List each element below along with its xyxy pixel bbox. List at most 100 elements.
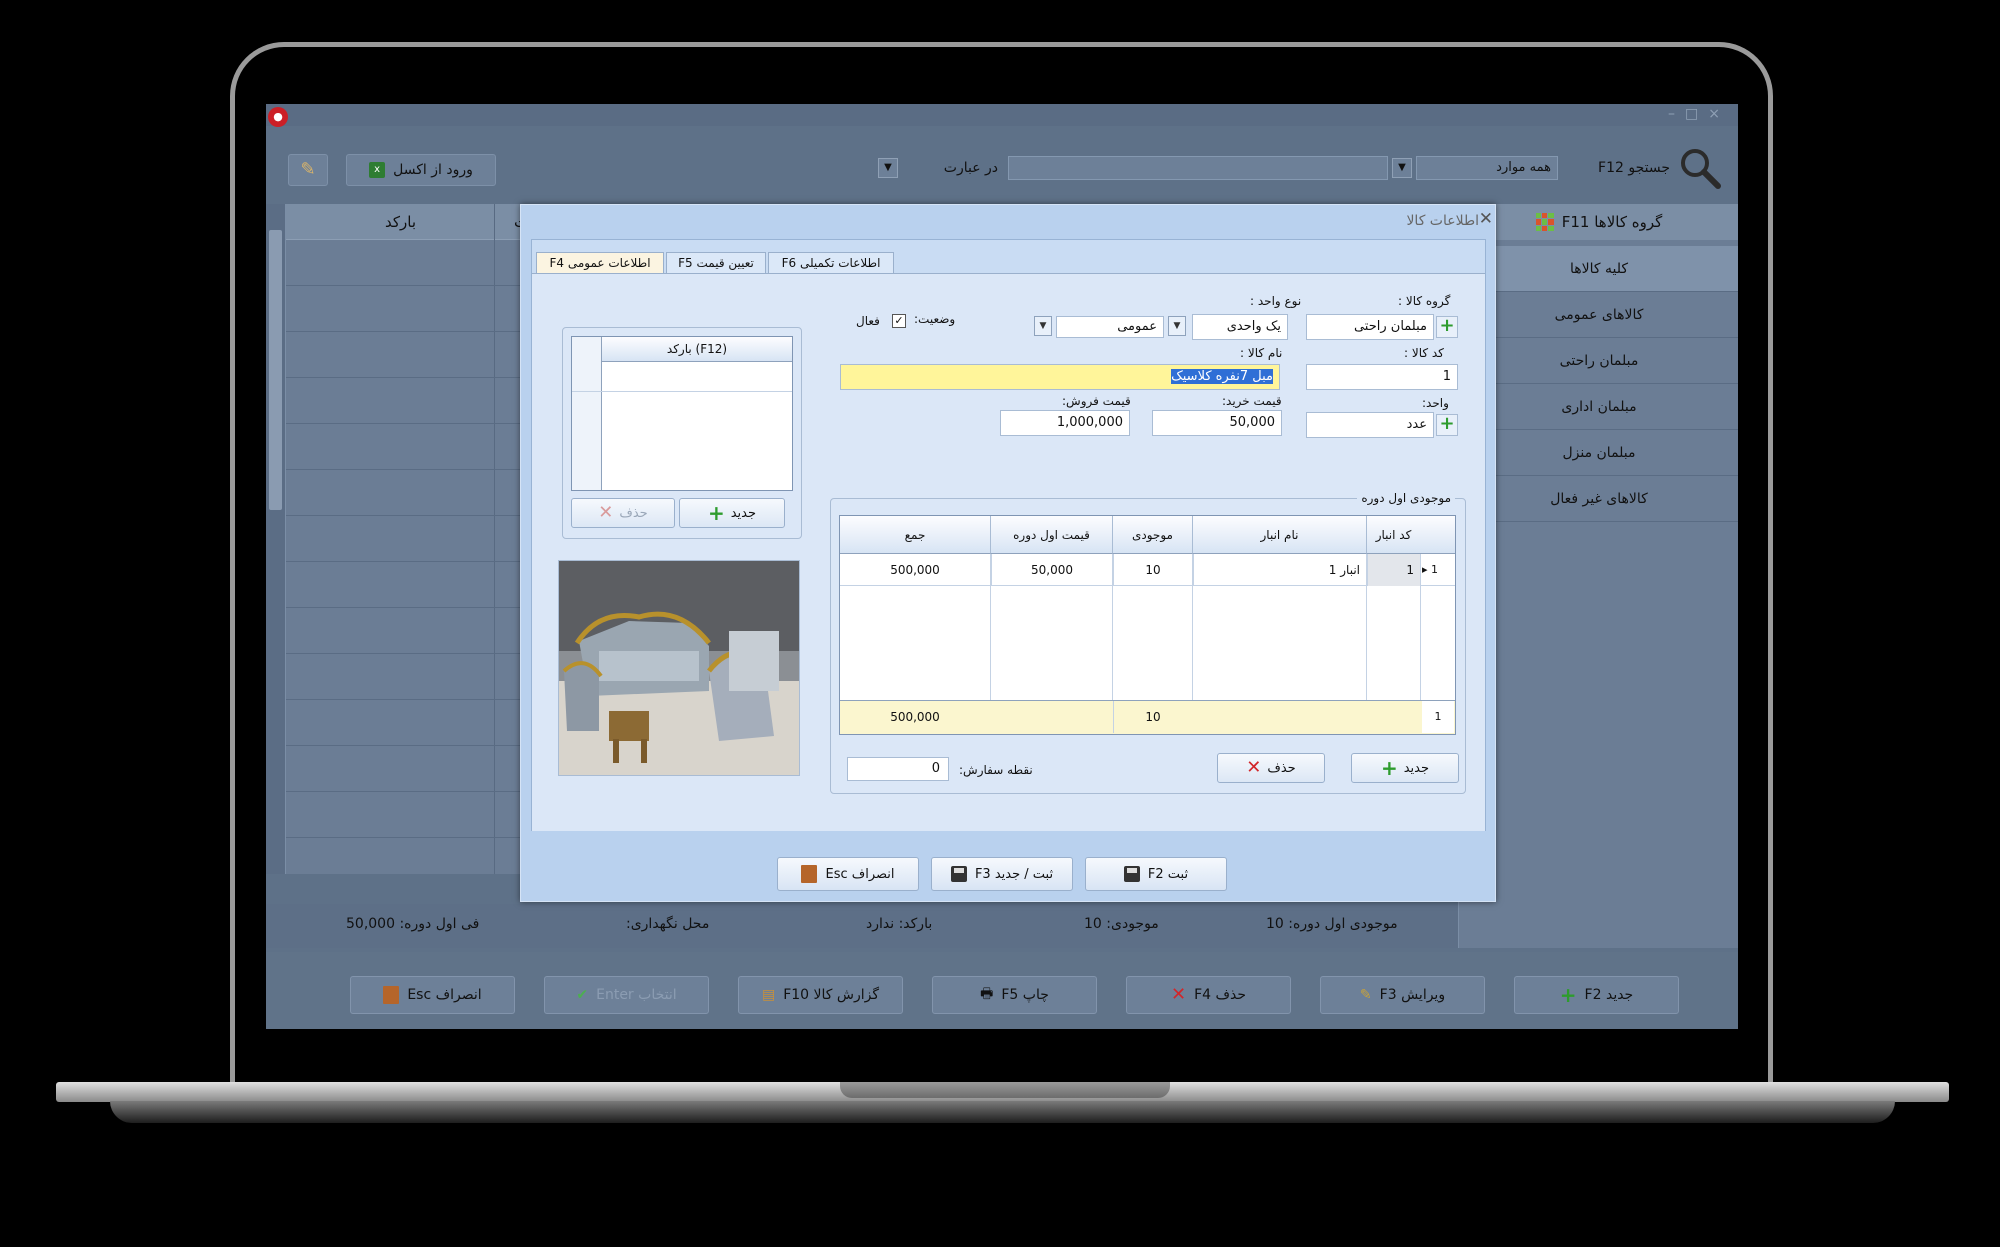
- tab-extra[interactable]: اطلاعات تکمیلی F6: [768, 252, 894, 274]
- inv-cell-sum[interactable]: 500,000: [840, 554, 990, 586]
- search-icon[interactable]: [1678, 146, 1722, 190]
- toolbar: ✎ ورود از اکسل x ▼ در عبارت ▼ همه موارد …: [266, 140, 1738, 196]
- unit-type-field[interactable]: یک واحدی: [1192, 314, 1288, 340]
- group-item-office[interactable]: مبلمان اداری: [1459, 384, 1738, 430]
- scope-dropdown-arrow[interactable]: ▼: [1392, 158, 1412, 178]
- save-new-button[interactable]: ثبت / جدید F3: [931, 857, 1073, 891]
- scrollbar-thumb[interactable]: [269, 230, 282, 510]
- tab-general[interactable]: اطلاعات عمومی F4: [536, 252, 664, 274]
- inv-cell-name[interactable]: انبار 1: [1193, 554, 1366, 586]
- report-button[interactable]: گزارش کالا F10 ▤: [738, 976, 903, 1014]
- inv-cell-code[interactable]: 1: [1367, 554, 1420, 586]
- unit-type-sub-field[interactable]: عمومی: [1056, 316, 1164, 338]
- dialog-cancel-label: انصراف Esc: [825, 866, 895, 882]
- match-mode-value[interactable]: در عبارت: [908, 160, 998, 176]
- inventory-total-row: 1 10 500,000: [840, 700, 1455, 734]
- exit-door-icon: [801, 865, 818, 883]
- code-field[interactable]: 1: [1306, 364, 1458, 390]
- inv-cell-qty[interactable]: 10: [1113, 554, 1192, 586]
- unit-field[interactable]: عدد: [1306, 412, 1434, 438]
- report-button-label: گزارش کالا F10: [783, 987, 880, 1003]
- cancel-button[interactable]: انصراف Esc: [350, 976, 515, 1014]
- product-info-dialog: ✕ اطلاعات کالا اطلاعات عمومی F4 تعیین قی…: [520, 204, 1496, 902]
- inv-header-sum[interactable]: جمع: [840, 516, 990, 554]
- delete-button[interactable]: حذف F4 ✕: [1126, 976, 1291, 1014]
- add-unit-icon[interactable]: +: [1436, 414, 1458, 436]
- scope-select[interactable]: همه موارد: [1416, 156, 1558, 180]
- barcode-input-row[interactable]: [572, 362, 792, 392]
- product-photo[interactable]: [558, 560, 800, 776]
- barcode-new-button[interactable]: جدید +: [679, 498, 785, 528]
- buy-price-field[interactable]: 50,000: [1152, 410, 1282, 436]
- pencil-icon: ✎: [1359, 987, 1372, 1003]
- order-point-label: نقطه سفارش:: [959, 763, 1033, 777]
- match-mode-dropdown-arrow[interactable]: ▼: [878, 158, 898, 178]
- unit-label: واحد:: [1422, 396, 1449, 410]
- table-row[interactable]: ▸ 1 1 انبار 1 10 50,000 500,000: [840, 554, 1455, 586]
- column-header-barcode[interactable]: بارکد: [308, 204, 493, 240]
- name-field[interactable]: مبل 7نفره کلاسیک: [840, 364, 1280, 390]
- inv-header-code[interactable]: کد انبار: [1366, 516, 1420, 554]
- groups-header: گروه کالاها F11: [1459, 204, 1738, 240]
- add-group-icon[interactable]: +: [1436, 316, 1458, 338]
- print-button[interactable]: چاپ F5 🖶: [932, 976, 1097, 1014]
- unit-type-dropdown-arrow[interactable]: ▼: [1168, 316, 1186, 336]
- save-disk-icon: [1123, 866, 1140, 882]
- close-icon[interactable]: ✕: [1479, 209, 1493, 229]
- bottom-toolbar: جدید F2 + ویرایش F3 ✎ حذف F4 ✕ چاپ F5 🖶 …: [266, 952, 1738, 1029]
- edit-button[interactable]: ویرایش F3 ✎: [1320, 976, 1485, 1014]
- grid-icon: [1535, 213, 1554, 231]
- print-button-label: چاپ F5: [1001, 987, 1049, 1003]
- group-item-general[interactable]: کالاهای عمومی: [1459, 292, 1738, 338]
- group-item-all[interactable]: کلیه کالاها: [1459, 246, 1738, 292]
- search-label: جستجو F12: [1598, 160, 1670, 176]
- select-button[interactable]: انتخاب Enter ✔: [544, 976, 709, 1014]
- inventory-delete-label: حذف: [1267, 760, 1296, 776]
- app-window: ● –□× ✎ ورود از اکسل x ▼ در عبارت ▼ همه …: [266, 104, 1738, 1029]
- barcode-delete-button[interactable]: حذف ✕: [571, 498, 675, 528]
- inventory-new-label: جدید: [1403, 760, 1430, 776]
- row-number: 1: [1431, 563, 1439, 576]
- dialog-footer: ثبت F2 ثبت / جدید F3 انصراف Esc: [521, 835, 1495, 901]
- tab-pricing[interactable]: تعیین قیمت F5: [666, 252, 766, 274]
- groups-panel: گروه کالاها F11 کلیه کالاها کالاهای عموم…: [1458, 204, 1738, 948]
- new-button[interactable]: جدید F2 +: [1514, 976, 1679, 1014]
- sell-price-field[interactable]: 1,000,000: [1000, 410, 1130, 436]
- sell-price-label: قیمت فروش:: [1062, 394, 1131, 408]
- inv-total-qty: 10: [1113, 701, 1192, 733]
- unit-type-label: نوع واحد :: [1250, 294, 1302, 308]
- search-input[interactable]: [1008, 156, 1388, 180]
- title-bar: ● –□×: [266, 104, 1738, 127]
- save-button[interactable]: ثبت F2: [1085, 857, 1227, 891]
- select-button-label: انتخاب Enter: [596, 987, 677, 1003]
- inv-row-marker: ▸ 1: [1422, 554, 1454, 586]
- inventory-delete-button[interactable]: حذف ✕: [1217, 753, 1325, 783]
- grid-scrollbar[interactable]: [266, 204, 286, 874]
- inventory-new-button[interactable]: جدید +: [1351, 753, 1459, 783]
- inv-cell-price[interactable]: 50,000: [991, 554, 1112, 586]
- inv-header-price[interactable]: قیمت اول دوره: [990, 516, 1112, 554]
- order-point-field[interactable]: 0: [847, 757, 949, 781]
- paint-brush-button[interactable]: ✎: [288, 154, 328, 186]
- group-item-home[interactable]: مبلمان منزل: [1459, 430, 1738, 476]
- unit-type-sub-dropdown-arrow[interactable]: ▼: [1034, 316, 1052, 336]
- barcode-group: (F12) بارکد جدید + حذف ✕: [562, 327, 802, 539]
- status-opening-price: فی اول دوره: 50,000: [346, 916, 480, 932]
- dialog-body: اطلاعات عمومی F4 تعیین قیمت F5 اطلاعات ت…: [531, 239, 1486, 831]
- delete-button-label: حذف F4: [1194, 987, 1247, 1003]
- status-stock: موجودی: 10: [1084, 916, 1159, 932]
- delete-x-icon: ✕: [1170, 984, 1187, 1005]
- active-checkbox[interactable]: ✓: [892, 314, 906, 328]
- dialog-cancel-button[interactable]: انصراف Esc: [777, 857, 919, 891]
- barcode-column-header[interactable]: (F12) بارکد: [602, 337, 792, 362]
- inv-header-qty[interactable]: موجودی: [1112, 516, 1192, 554]
- inv-header-name[interactable]: نام انبار: [1192, 516, 1366, 554]
- group-field[interactable]: مبلمان راحتی: [1306, 314, 1434, 340]
- check-icon: ✔: [576, 987, 589, 1003]
- excel-import-button[interactable]: ورود از اکسل x: [346, 154, 496, 186]
- buy-price-label: قیمت خرید:: [1222, 394, 1282, 408]
- group-item-sofa[interactable]: مبلمان راحتی: [1459, 338, 1738, 384]
- window-controls[interactable]: –□×: [1668, 106, 1730, 122]
- group-item-inactive[interactable]: کالاهای غیر فعال: [1459, 476, 1738, 522]
- group-label: گروه کالا :: [1398, 294, 1451, 308]
